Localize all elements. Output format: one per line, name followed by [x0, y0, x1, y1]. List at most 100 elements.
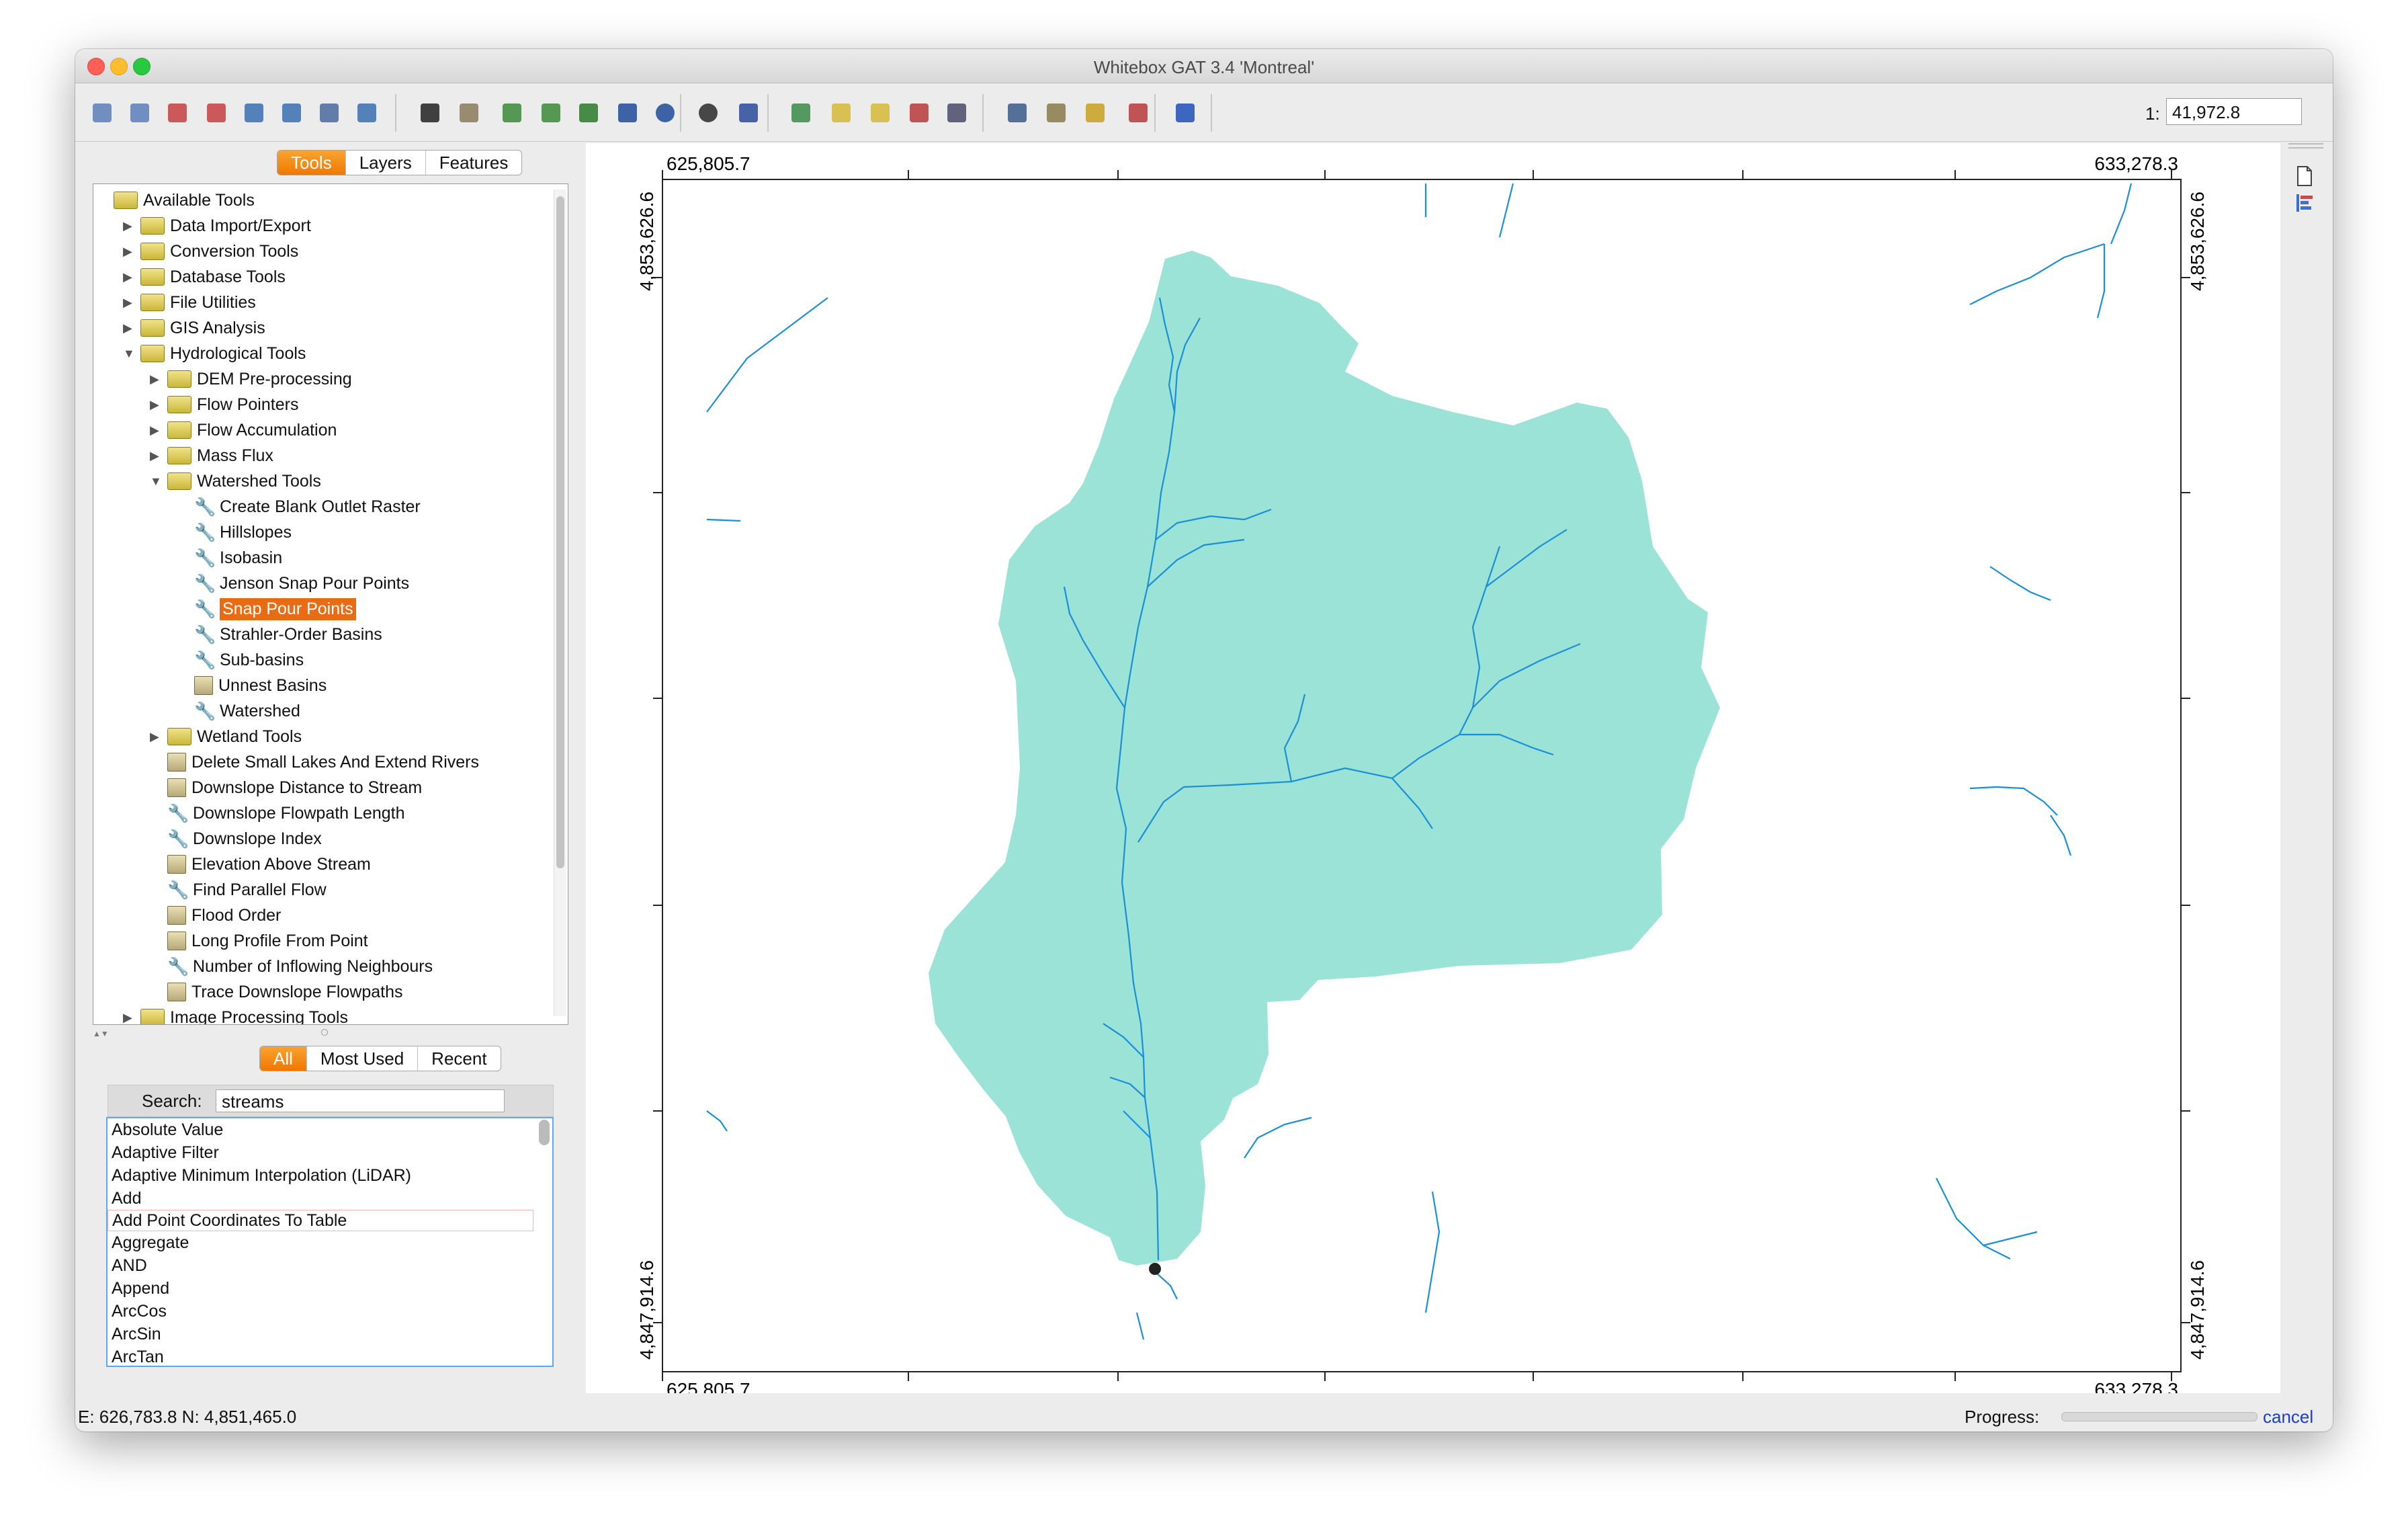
tree-item[interactable]: ▶ File Utilities [123, 290, 256, 315]
tool-list-item[interactable]: Add [108, 1187, 552, 1210]
measure-button[interactable] [1080, 98, 1110, 128]
select-button[interactable] [415, 98, 445, 128]
tree-item[interactable]: 🔧 Create Blank Outlet Raster [177, 495, 421, 519]
tool-tree[interactable]: Available Tools ▶ Data Import/Export ▶ Conve… [93, 183, 568, 1025]
profile-button[interactable] [1123, 98, 1153, 128]
tab-all[interactable]: All [260, 1046, 307, 1071]
tool-list-item[interactable]: ArcSin [108, 1323, 552, 1346]
tool-list-scroll-thumb[interactable] [539, 1120, 550, 1145]
collapsed-arrow-icon[interactable]: ▶ [123, 296, 136, 310]
collapsed-arrow-icon[interactable]: ▶ [123, 1011, 136, 1025]
tool-list-item[interactable]: Append [108, 1277, 552, 1300]
tab-most-used[interactable]: Most Used [307, 1046, 419, 1071]
next-extent-button[interactable] [650, 98, 680, 128]
map-properties-button[interactable] [352, 98, 382, 128]
tree-item[interactable]: 🔧 Sub-basins [177, 648, 304, 672]
collapsed-arrow-icon[interactable]: ▶ [123, 245, 136, 259]
tab-tools[interactable]: Tools [277, 151, 346, 175]
expanded-arrow-icon[interactable]: ▼ [123, 347, 136, 361]
select-feature-button[interactable] [693, 98, 723, 128]
tool-list[interactable]: Absolute Value Adaptive Filter Adaptive Mi… [106, 1117, 554, 1367]
tree-item[interactable]: 🔧 Watershed [177, 699, 300, 723]
map-canvas[interactable]: 625,805.7 633,278.3 625,805.7 633,278.3 … [586, 143, 2280, 1400]
collapsed-arrow-icon[interactable]: ▶ [123, 270, 136, 284]
map-area[interactable]: 625,805.7 633,278.3 625,805.7 633,278.3 … [586, 143, 2280, 1400]
tree-item[interactable]: ▼ Hydrological Tools [123, 341, 306, 366]
print-map-button[interactable] [942, 98, 972, 128]
pan-button[interactable] [454, 98, 484, 128]
zoom-to-feature-button[interactable] [734, 98, 763, 128]
tree-item[interactable]: 🔧 Find Parallel Flow [150, 878, 327, 902]
scripter-button[interactable] [1041, 98, 1071, 128]
tree-item[interactable]: 🔧 Strahler-Order Basins [177, 622, 382, 647]
tree-item[interactable]: 🔧 Isobasin [177, 546, 282, 570]
open-folder-button[interactable] [865, 98, 895, 128]
collapsed-arrow-icon[interactable]: ▶ [150, 398, 163, 412]
tree-item[interactable]: ▶ Data Import/Export [123, 214, 311, 238]
tree-item[interactable]: Trace Downslope Flowpaths [150, 980, 403, 1004]
scale-input[interactable]: 41,972.8 [2166, 98, 2302, 125]
tool-list-item[interactable]: Aggregate [108, 1231, 552, 1254]
tree-scrollbar[interactable] [554, 190, 566, 1016]
previous-extent-button[interactable] [613, 98, 642, 128]
tab-layers[interactable]: Layers [346, 151, 426, 175]
pour-point-marker[interactable] [1149, 1263, 1161, 1275]
tree-item[interactable]: Elevation Above Stream [150, 852, 371, 876]
tab-features[interactable]: Features [426, 151, 522, 175]
tree-item[interactable]: 🔧 Snap Pour Points [177, 597, 356, 621]
tree-scroll-thumb[interactable] [556, 196, 564, 868]
split-divider[interactable]: ▲▼ [93, 1029, 567, 1038]
tree-item[interactable]: ▶ Wetland Tools [150, 725, 302, 749]
zoom-in-button[interactable] [497, 98, 527, 128]
tree-item[interactable]: ▶ GIS Analysis [123, 316, 265, 340]
tree-item[interactable]: ▶ Flow Pointers [150, 392, 298, 417]
legend-icon[interactable] [2295, 193, 2315, 213]
open-map-button[interactable] [826, 98, 856, 128]
search-input[interactable]: streams [216, 1089, 505, 1112]
collapsed-arrow-icon[interactable]: ▶ [150, 423, 163, 438]
tree-item[interactable]: 🔧 Hillslopes [177, 520, 292, 544]
tree-item[interactable]: Unnest Basins [177, 673, 327, 698]
tree-item[interactable]: 🔧 Downslope Index [150, 827, 322, 851]
layer-list-button[interactable] [239, 98, 269, 128]
open-raster-button[interactable] [87, 98, 117, 128]
collapsed-arrow-icon[interactable]: ▶ [150, 730, 163, 744]
tree-item[interactable]: ▶ Image Processing Tools [123, 1005, 348, 1025]
tree-item[interactable]: Long Profile From Point [150, 929, 368, 953]
collapsed-arrow-icon[interactable]: ▶ [150, 372, 163, 386]
tree-item[interactable]: 🔧 Jenson Snap Pour Points [177, 571, 409, 595]
tree-item[interactable]: Available Tools [96, 188, 255, 212]
tree-item[interactable]: ▼ Watershed Tools [150, 469, 321, 493]
collapsed-arrow-icon[interactable]: ▶ [123, 321, 136, 335]
document-icon[interactable] [2295, 165, 2314, 187]
tree-item[interactable]: ▶ Mass Flux [150, 444, 273, 468]
tree-item[interactable]: ▶ DEM Pre-processing [150, 367, 352, 391]
collapsed-arrow-icon[interactable]: ▶ [150, 449, 163, 463]
tree-item[interactable]: Delete Small Lakes And Extend Rivers [150, 750, 479, 774]
tree-item[interactable]: Downslope Distance to Stream [150, 776, 422, 800]
tool-list-item[interactable]: Adaptive Minimum Interpolation (LiDAR) [108, 1164, 552, 1187]
collapsed-arrow-icon[interactable]: ▶ [123, 219, 136, 233]
tree-item[interactable]: 🔧 Downslope Flowpath Length [150, 801, 404, 825]
save-map-button[interactable] [904, 98, 934, 128]
tool-list-item[interactable]: Add Point Coordinates To Table [108, 1210, 533, 1231]
tree-item[interactable]: Flood Order [150, 903, 281, 927]
close-layer-button[interactable] [163, 98, 192, 128]
tool-list-item[interactable]: AND [108, 1254, 552, 1277]
tree-item[interactable]: ▶ Flow Accumulation [150, 418, 337, 442]
calculator-button[interactable] [1002, 98, 1032, 128]
full-extent-button[interactable] [574, 98, 603, 128]
tree-item[interactable]: 🔧 Number of Inflowing Neighbours [150, 954, 433, 979]
close-all-layers-button[interactable] [202, 98, 231, 128]
tab-recent[interactable]: Recent [418, 1046, 500, 1071]
tool-list-item[interactable]: Absolute Value [108, 1118, 552, 1141]
cancel-link[interactable]: cancel [2263, 1407, 2313, 1427]
tree-item[interactable]: ▶ Database Tools [123, 265, 286, 289]
tree-item[interactable]: ▶ Conversion Tools [123, 239, 298, 263]
layer-props-button[interactable] [277, 98, 306, 128]
tool-list-item[interactable]: ArcCos [108, 1300, 552, 1323]
new-map-button[interactable] [786, 98, 816, 128]
zoom-out-button[interactable] [536, 98, 566, 128]
expanded-arrow-icon[interactable]: ▼ [150, 474, 163, 489]
tool-list-item[interactable]: Adaptive Filter [108, 1141, 552, 1164]
